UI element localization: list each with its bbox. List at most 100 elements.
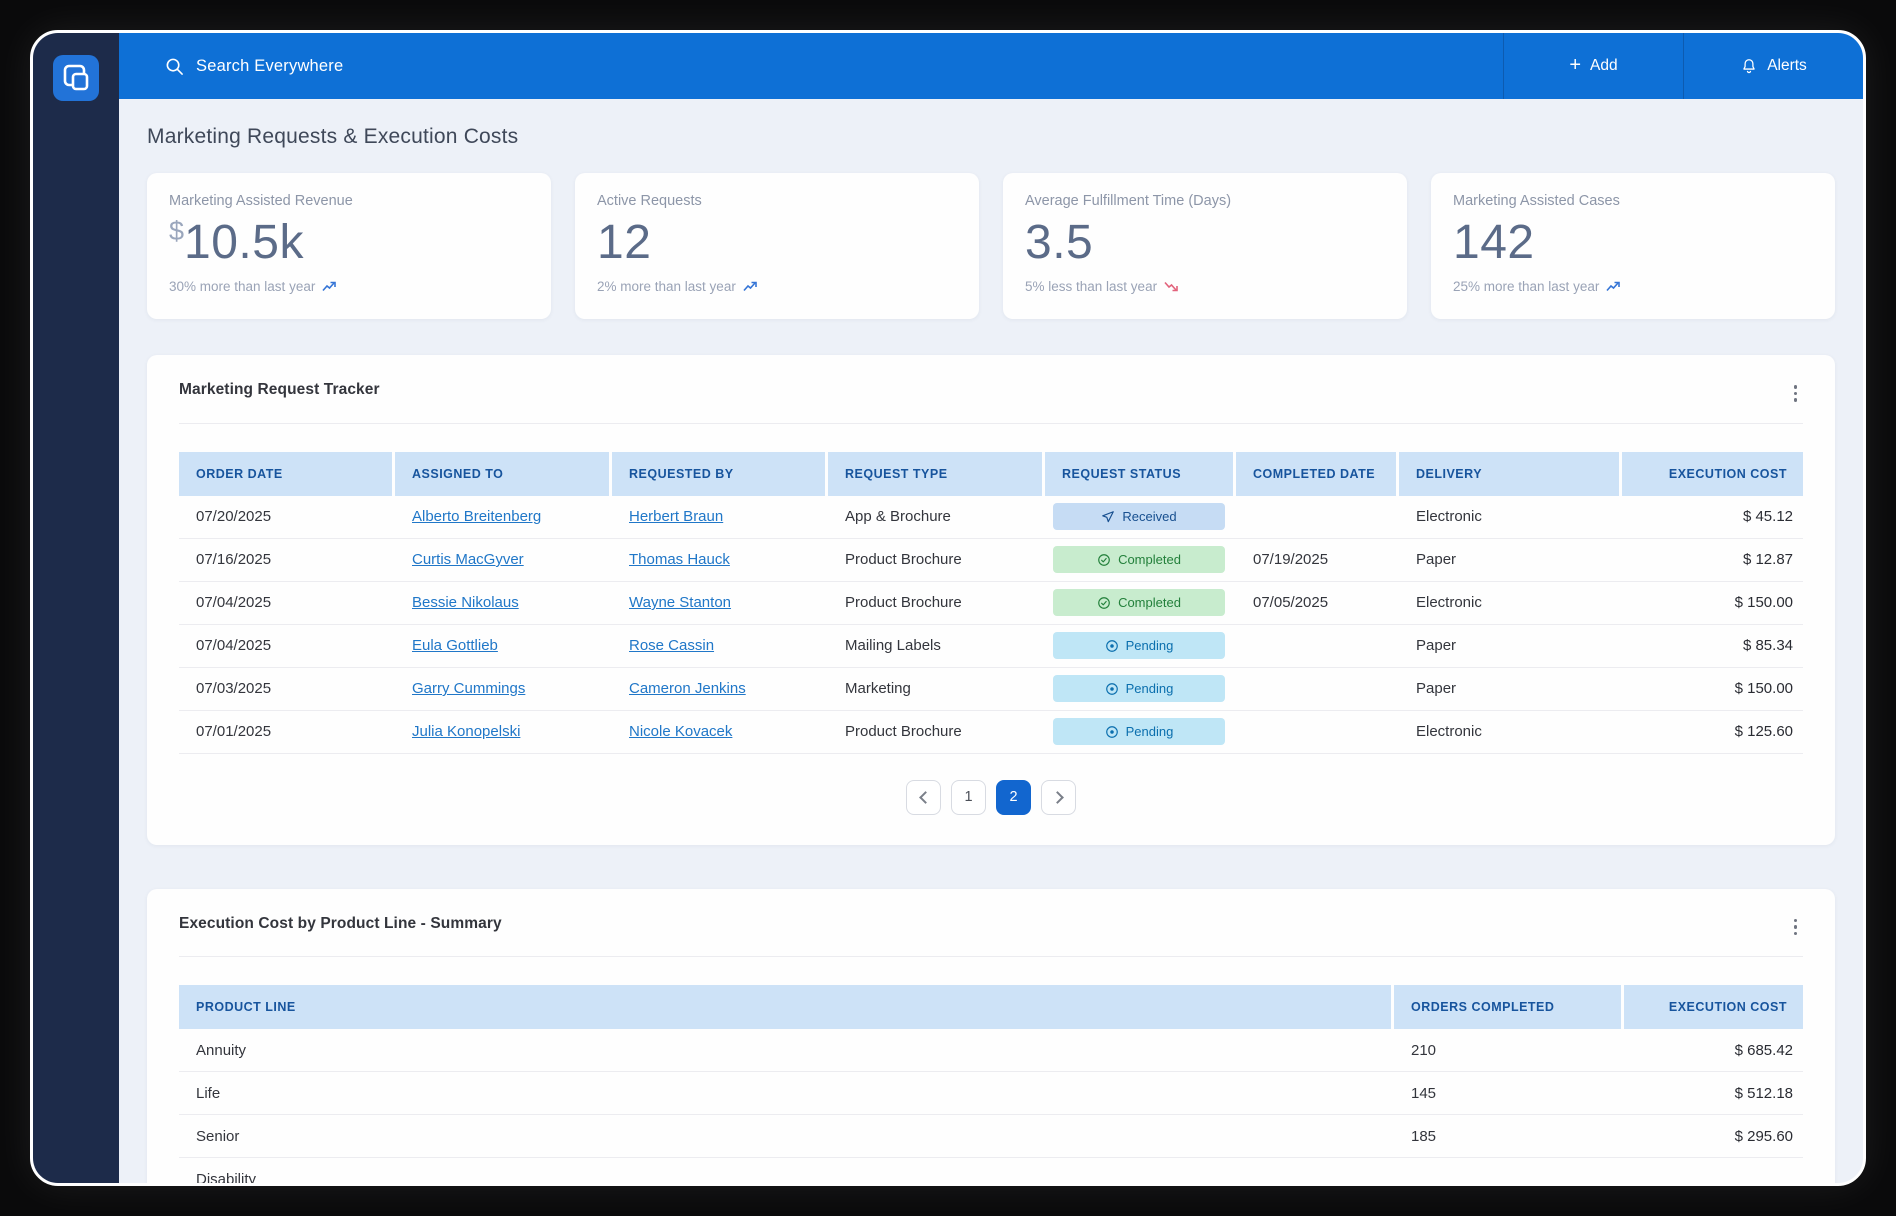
completed-date-cell bbox=[1236, 668, 1396, 710]
request-type-cell: Product Brochure bbox=[845, 551, 962, 568]
column-header-orders-completed[interactable]: ORDERS COMPLETED bbox=[1394, 985, 1621, 1029]
app-logo-icon[interactable] bbox=[53, 55, 99, 101]
chevron-left-icon bbox=[918, 790, 932, 804]
card-menu-kebab-icon[interactable] bbox=[1788, 915, 1804, 940]
execution-cost-cell bbox=[1624, 1158, 1803, 1183]
execution-cost-cell: $ 125.60 bbox=[1734, 723, 1793, 740]
status-badge-completed: Completed bbox=[1053, 546, 1225, 573]
card-header: Execution Cost by Product Line - Summary bbox=[179, 915, 1803, 940]
kpi-trend: 30% more than last year bbox=[169, 279, 529, 294]
column-header-request-type[interactable]: REQUEST TYPE bbox=[828, 451, 1042, 496]
column-header-product-line[interactable]: PRODUCT LINE bbox=[179, 985, 1391, 1029]
column-header-order-date[interactable]: ORDER DATE bbox=[179, 451, 392, 496]
delivery-cell: Electronic bbox=[1416, 594, 1482, 611]
orders-completed-cell bbox=[1394, 1158, 1621, 1183]
kpi-trend-text: 5% less than last year bbox=[1025, 279, 1158, 294]
column-header-delivery[interactable]: DELIVERY bbox=[1399, 451, 1619, 496]
assigned-to-link[interactable]: Alberto Breitenberg bbox=[412, 508, 541, 525]
kpi-trend-text: 25% more than last year bbox=[1453, 279, 1600, 294]
assigned-to-link[interactable]: Eula Gottlieb bbox=[412, 637, 498, 654]
order-date-cell: 07/03/2025 bbox=[196, 680, 272, 697]
kpi-trend: 2% more than last year bbox=[597, 279, 957, 294]
pagination: 1 2 bbox=[179, 779, 1803, 815]
requested-by-link[interactable]: Nicole Kovacek bbox=[629, 723, 732, 740]
pagination-page-1-button[interactable]: 1 bbox=[951, 779, 986, 815]
trend-up-icon bbox=[743, 281, 758, 292]
product-line-cell: Life bbox=[196, 1084, 221, 1102]
execution-cost-cell: $ 85.34 bbox=[1742, 637, 1793, 654]
column-header-requested-by[interactable]: REQUESTED BY bbox=[612, 451, 825, 496]
kpi-row: Marketing Assisted Revenue $10.5k 30% mo… bbox=[147, 173, 1835, 319]
orders-completed-cell: 210 bbox=[1411, 1041, 1437, 1059]
execution-cost-cell: $ 150.00 bbox=[1734, 680, 1793, 697]
trend-up-icon bbox=[322, 281, 337, 292]
circle-dot-icon bbox=[1105, 682, 1118, 695]
bell-icon bbox=[1743, 58, 1755, 73]
orders-completed-cell: 185 bbox=[1411, 1127, 1437, 1145]
request-type-cell: Product Brochure bbox=[845, 594, 962, 611]
execution-cost-summary-card: Execution Cost by Product Line - Summary… bbox=[147, 888, 1835, 1183]
pagination-prev-button[interactable] bbox=[906, 779, 941, 815]
execution-cost-cell: $ 685.42 bbox=[1734, 1041, 1793, 1059]
column-header-request-status[interactable]: REQUEST STATUS bbox=[1045, 451, 1233, 496]
assigned-to-link[interactable]: Garry Cummings bbox=[412, 680, 525, 697]
kpi-trend-text: 2% more than last year bbox=[597, 279, 736, 294]
search-input[interactable]: Search Everywhere bbox=[119, 33, 1503, 99]
execution-cost-cell: $ 150.00 bbox=[1734, 594, 1793, 611]
table-row: 07/01/2025 Julia Konopelski Nicole Kovac… bbox=[179, 711, 1803, 754]
kpi-value: 3.5 bbox=[1025, 215, 1385, 270]
kpi-value: 142 bbox=[1453, 215, 1813, 270]
orders-completed-cell: 145 bbox=[1411, 1084, 1437, 1102]
requested-by-link[interactable]: Herbert Braun bbox=[629, 508, 723, 525]
marketing-request-tracker-card: Marketing Request Tracker ORDER DATE ASS… bbox=[147, 355, 1835, 845]
column-header-completed-date[interactable]: COMPLETED DATE bbox=[1236, 451, 1396, 496]
column-header-execution-cost[interactable]: EXECUTION COST bbox=[1622, 451, 1803, 496]
order-date-cell: 07/16/2025 bbox=[196, 551, 272, 568]
topbar: Search Everywhere + Add Alerts bbox=[119, 33, 1863, 99]
execution-cost-cell: $ 512.18 bbox=[1734, 1084, 1793, 1102]
execution-cost-cell: $ 295.60 bbox=[1734, 1127, 1793, 1145]
requested-by-link[interactable]: Thomas Hauck bbox=[629, 551, 730, 568]
divider bbox=[179, 422, 1803, 424]
kpi-trend-text: 30% more than last year bbox=[169, 279, 316, 294]
kpi-value: $10.5k bbox=[169, 215, 529, 270]
tracker-table-header: ORDER DATE ASSIGNED TO REQUESTED BY REQU… bbox=[179, 451, 1803, 496]
table-row: 07/16/2025 Curtis MacGyver Thomas Hauck … bbox=[179, 539, 1803, 582]
kpi-value: 12 bbox=[597, 215, 957, 270]
column-header-assigned-to[interactable]: ASSIGNED TO bbox=[395, 451, 609, 496]
status-badge-completed: Completed bbox=[1053, 589, 1225, 616]
requested-by-link[interactable]: Rose Cassin bbox=[629, 637, 714, 654]
alerts-button-label: Alerts bbox=[1767, 57, 1807, 74]
completed-date-cell bbox=[1236, 625, 1396, 667]
status-badge-pending: Pending bbox=[1053, 632, 1225, 659]
check-circle-icon bbox=[1098, 596, 1110, 609]
delivery-cell: Electronic bbox=[1416, 508, 1482, 525]
logo-glyph-icon bbox=[63, 64, 89, 91]
table-row: Annuity 210 $ 685.42 bbox=[179, 1029, 1803, 1072]
column-header-execution-cost[interactable]: EXECUTION COST bbox=[1624, 985, 1803, 1029]
request-type-cell: Mailing Labels bbox=[845, 637, 941, 654]
completed-date-cell bbox=[1236, 711, 1396, 753]
assigned-to-link[interactable]: Curtis MacGyver bbox=[412, 551, 524, 568]
kpi-number: 142 bbox=[1453, 216, 1535, 269]
add-button[interactable]: + Add bbox=[1503, 33, 1683, 99]
status-badge-pending: Pending bbox=[1053, 718, 1225, 745]
requested-by-link[interactable]: Cameron Jenkins bbox=[629, 680, 746, 697]
circle-dot-icon bbox=[1105, 725, 1118, 738]
search-icon bbox=[166, 58, 183, 75]
assigned-to-link[interactable]: Bessie Nikolaus bbox=[412, 594, 519, 611]
table-row: Senior 185 $ 295.60 bbox=[179, 1115, 1803, 1158]
requested-by-link[interactable]: Wayne Stanton bbox=[629, 594, 731, 611]
assigned-to-link[interactable]: Julia Konopelski bbox=[412, 723, 520, 740]
pagination-page-2-button[interactable]: 2 bbox=[996, 779, 1031, 815]
card-title: Execution Cost by Product Line - Summary bbox=[179, 914, 502, 932]
app-window: Search Everywhere + Add Alerts Marketing… bbox=[30, 30, 1866, 1186]
table-row: 07/04/2025 Bessie Nikolaus Wayne Stanton… bbox=[179, 582, 1803, 625]
search-placeholder: Search Everywhere bbox=[196, 56, 344, 75]
pagination-next-button[interactable] bbox=[1041, 779, 1076, 815]
kpi-card-average-fulfillment-time: Average Fulfillment Time (Days) 3.5 5% l… bbox=[1003, 173, 1407, 319]
card-menu-kebab-icon[interactable] bbox=[1788, 381, 1804, 406]
alerts-button[interactable]: Alerts bbox=[1683, 33, 1863, 99]
trend-down-icon bbox=[1164, 281, 1179, 292]
kpi-label: Active Requests bbox=[597, 193, 702, 209]
